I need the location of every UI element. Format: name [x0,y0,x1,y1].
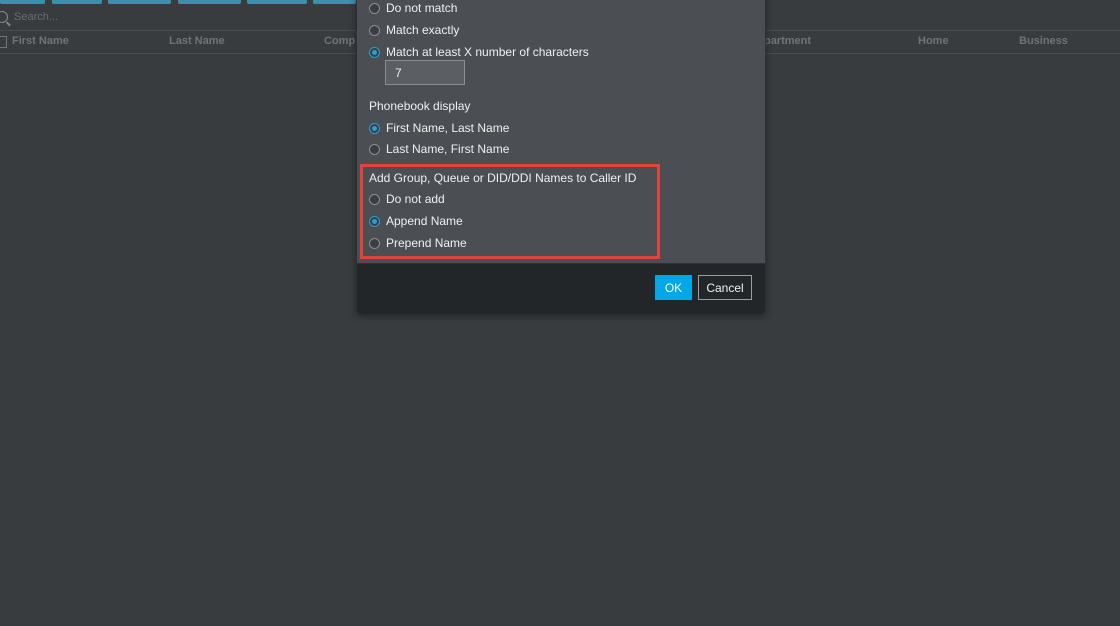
caller-id-names-label: Add Group, Queue or DID/DDI Names to Cal… [369,171,637,185]
dialog-body: Do not match Match exactly Match at leas… [357,0,765,263]
column-company[interactable]: Comp [324,35,355,47]
radio-icon[interactable] [369,237,380,249]
radio-label: Last Name, First Name [386,142,510,156]
phonebook-display-label: Phonebook display [369,99,471,113]
radio-label: Match exactly [386,23,460,37]
cancel-button[interactable]: Cancel [698,275,752,300]
radio-prepend-name[interactable]: Prepend Name [369,236,467,250]
radio-last-first[interactable]: Last Name, First Name [369,142,509,156]
search-input[interactable] [14,8,314,26]
radio-label: Match at least X number of characters [386,45,589,59]
select-all-checkbox[interactable] [0,36,7,48]
dialog-footer: OK Cancel [357,263,765,314]
radio-match-exactly[interactable]: Match exactly [369,23,459,37]
radio-do-not-add[interactable]: Do not add [369,192,445,206]
radio-label: Do not add [386,192,445,206]
radio-do-not-match[interactable]: Do not match [369,1,457,15]
radio-icon[interactable] [369,193,380,205]
ok-button[interactable]: OK [655,275,692,300]
settings-dialog: Do not match Match exactly Match at leas… [356,0,766,314]
radio-icon[interactable] [369,46,380,58]
column-home[interactable]: Home [918,35,949,47]
match-chars-input[interactable] [385,60,465,85]
search-icon [0,11,8,23]
column-business[interactable]: Business [1019,35,1068,47]
radio-label: Prepend Name [386,236,467,250]
radio-icon[interactable] [369,143,380,155]
radio-label: Do not match [386,1,458,15]
column-department[interactable]: partment [764,35,811,47]
radio-icon[interactable] [369,24,380,36]
radio-icon[interactable] [369,122,380,134]
radio-label: First Name, Last Name [386,121,510,135]
radio-append-name[interactable]: Append Name [369,214,463,228]
radio-icon[interactable] [369,2,380,14]
column-first-name[interactable]: First Name [12,35,69,47]
radio-match-at-least[interactable]: Match at least X number of characters [369,45,589,59]
radio-icon[interactable] [369,215,380,227]
radio-label: Append Name [386,214,463,228]
column-last-name[interactable]: Last Name [169,35,225,47]
radio-first-last[interactable]: First Name, Last Name [369,121,509,135]
